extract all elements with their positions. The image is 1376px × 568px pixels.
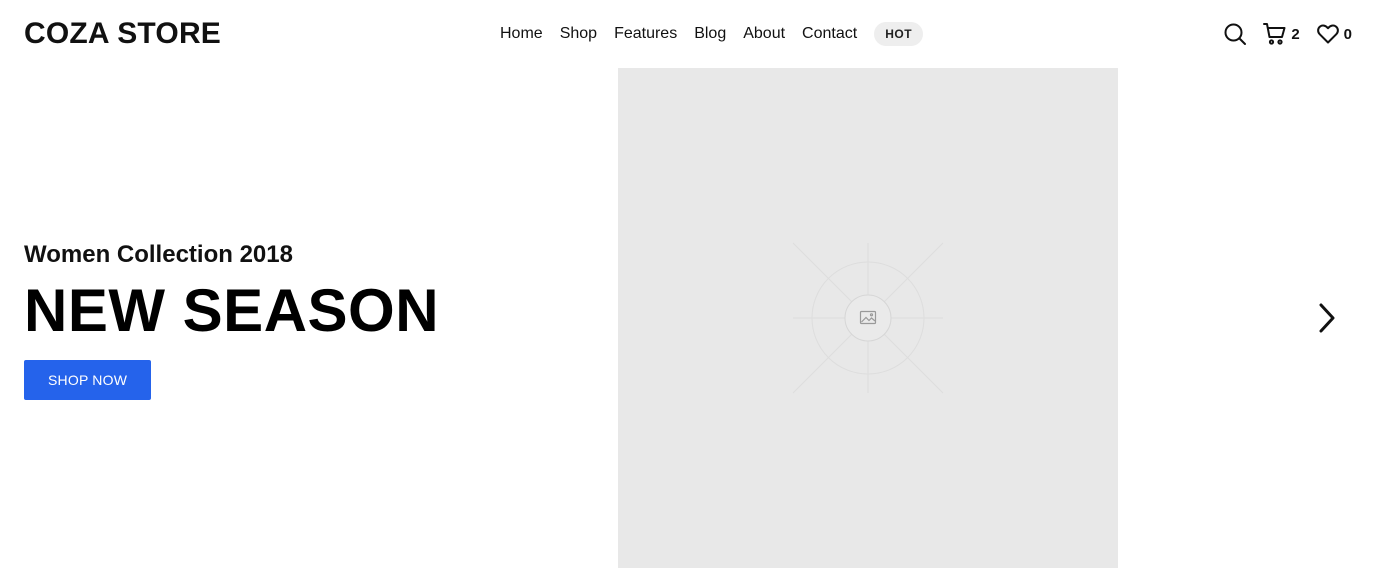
wishlist-button[interactable]: 0 [1316,22,1352,46]
cart-count: 2 [1291,25,1300,43]
cart-button[interactable]: 2 [1263,22,1300,46]
nav-features[interactable]: Features [614,21,677,47]
cart-icon [1263,23,1286,45]
next-slide-button[interactable] [1312,300,1344,336]
hero-image-placeholder [618,68,1118,568]
header: COZA STORE Home Shop Features Blog About… [0,0,1376,68]
hero-text: Women Collection 2018 NEW SEASON SHOP NO… [24,236,439,400]
image-placeholder-graphic [792,242,944,394]
hot-badge[interactable]: HOT [874,22,924,46]
main-nav: Home Shop Features Blog About Contact HO… [500,21,924,47]
heart-icon [1316,24,1339,44]
wishlist-count: 0 [1343,25,1352,43]
chevron-right-icon [1319,303,1335,333]
nav-about[interactable]: About [743,21,785,47]
nav-home[interactable]: Home [500,21,543,47]
hero-headline: NEW SEASON [24,277,440,344]
header-icons: 2 0 [1207,20,1352,48]
shop-now-button[interactable]: SHOP NOW [24,360,152,400]
logo[interactable]: COZA STORE [24,16,221,52]
nav-contact[interactable]: Contact [802,21,857,47]
search-icon [1224,23,1247,45]
nav-shop[interactable]: Shop [560,21,597,47]
search-button[interactable] [1223,22,1247,46]
hero-subtitle: Women Collection 2018 [24,241,293,268]
nav-blog[interactable]: Blog [694,21,726,47]
page: COZA STORE Home Shop Features Blog About… [0,0,1376,568]
